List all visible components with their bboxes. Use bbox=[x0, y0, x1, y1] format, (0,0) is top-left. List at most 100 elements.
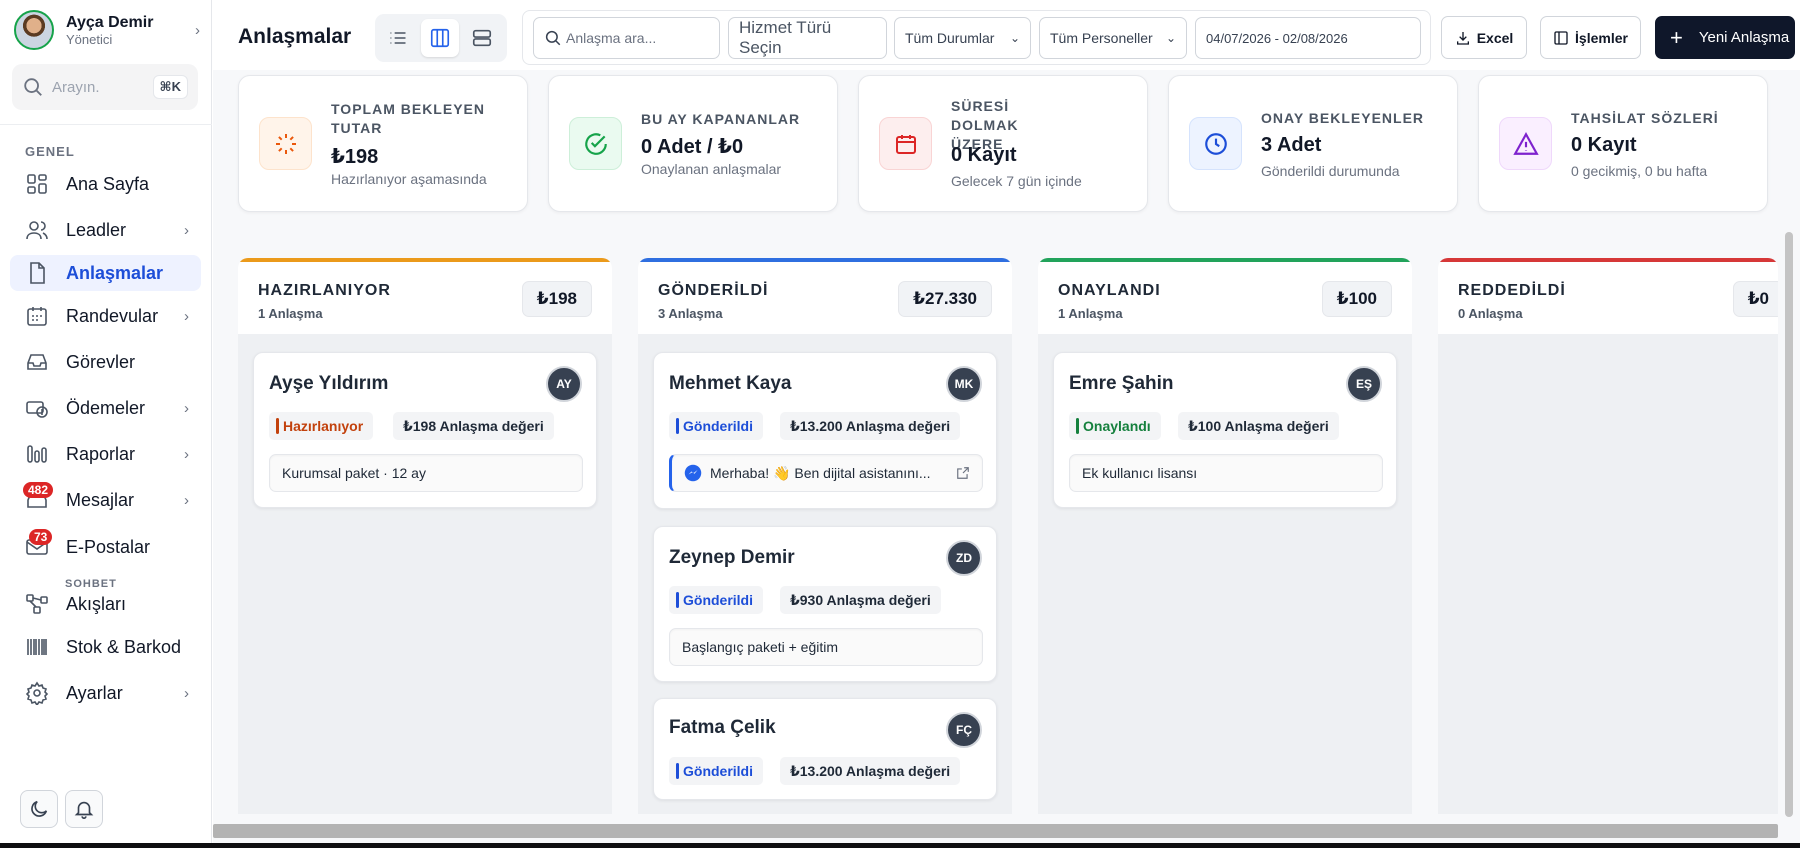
kanban-column-onaylandi: ONAYLANDI 1 Anlaşma ₺100 Emre Şahin EŞ O… bbox=[1038, 258, 1412, 814]
sidebar-item-stok-barkod[interactable]: Stok & Barkod bbox=[10, 629, 201, 665]
stat-card-expiring-soon: SÜRESİ DOLMAK ÜZERE 0 Kayıt Gelecek 7 gü… bbox=[858, 75, 1148, 212]
sidebar-item-randevular[interactable]: Randevular › bbox=[10, 298, 201, 334]
plus-icon: + bbox=[1670, 24, 1683, 50]
column-amount: ₺0 bbox=[1732, 281, 1778, 317]
deal-customer-name: Emre Şahin bbox=[1069, 373, 1174, 394]
sidebar-item-label: Mesajlar bbox=[66, 489, 135, 510]
sidebar-item-e-postalar[interactable]: 73 E-Postalar bbox=[10, 529, 201, 565]
calendar-icon bbox=[879, 117, 932, 170]
sidebar-search[interactable]: Arayın. ⌘K bbox=[12, 64, 198, 110]
stat-card-awaiting-approval: ONAY BEKLEYENLER 3 Adet Gönderildi durum… bbox=[1168, 75, 1458, 212]
list-icon bbox=[390, 32, 406, 44]
chevron-right-icon: › bbox=[184, 399, 189, 417]
horizontal-scrollbar[interactable] bbox=[213, 824, 1778, 838]
user-profile[interactable]: Ayça Demir Yönetici › bbox=[14, 10, 200, 50]
divider bbox=[0, 124, 212, 125]
staff-filter-select[interactable]: Tüm Personeller ⌄ bbox=[1039, 17, 1187, 59]
kanban-column-reddedildi: REDDEDİLDİ 0 Anlaşma ₺0 bbox=[1438, 258, 1778, 814]
stat-value: 0 Kayıt bbox=[951, 144, 1017, 166]
last-message-preview[interactable]: Merhaba! 👋 Ben dijital asistanını... bbox=[669, 454, 983, 492]
column-title: ONAYLANDI bbox=[1058, 282, 1161, 299]
column-count: 3 Anlaşma bbox=[658, 306, 723, 321]
sidebar-item-ayarlar[interactable]: Ayarlar › bbox=[10, 675, 201, 711]
column-header: REDDEDİLDİ 0 Anlaşma ₺0 bbox=[1438, 262, 1778, 334]
view-switcher bbox=[375, 14, 507, 62]
staff-filter-value: Tüm Personeller bbox=[1050, 30, 1153, 46]
stat-card-collection-promises: TAHSİLAT SÖZLERİ 0 Kayıt 0 gecikmiş, 0 b… bbox=[1478, 75, 1768, 212]
sidebar-item-odemeler[interactable]: Ödemeler › bbox=[10, 390, 201, 426]
actions-button[interactable]: İşlemler bbox=[1540, 16, 1641, 59]
user-info: Ayça Demir Yönetici bbox=[66, 13, 195, 48]
toolbar: Anlaşmalar Anlaşma ara... Hizmet Türü Se… bbox=[213, 0, 1800, 70]
sidebar-item-label: Ödemeler bbox=[66, 397, 146, 418]
deal-customer-name: Zeynep Demir bbox=[669, 547, 795, 568]
avatar: ZD bbox=[946, 540, 982, 576]
excel-label: Excel bbox=[1476, 29, 1514, 46]
chevron-right-icon: › bbox=[195, 21, 200, 39]
column-amount: ₺27.330 bbox=[898, 281, 992, 317]
unread-badge: 73 bbox=[29, 529, 53, 545]
sidebar: Ayça Demir Yönetici › Arayın. ⌘K GENEL A… bbox=[0, 0, 212, 843]
column-header: ONAYLANDI 1 Anlaşma ₺100 bbox=[1038, 262, 1412, 334]
sidebar-item-mesajlar[interactable]: 482 Mesajlar › bbox=[10, 482, 201, 518]
external-link-icon[interactable] bbox=[956, 466, 970, 480]
status-filter-value: Tüm Durumlar bbox=[905, 30, 995, 46]
deal-card[interactable]: Ayşe Yıldırım AY Hazırlanıyor ₺198 Anlaş… bbox=[253, 352, 597, 508]
calendar-icon bbox=[27, 307, 47, 326]
filter-bar: Anlaşma ara... Hizmet Türü Seçin Tüm Dur… bbox=[522, 10, 1431, 65]
deal-card[interactable]: Zeynep Demir ZD Gönderildi ₺930 Anlaşma … bbox=[653, 526, 997, 682]
sidebar-item-raporlar[interactable]: Raporlar › bbox=[10, 436, 201, 472]
stat-subtitle: Gelecek 7 gün içinde bbox=[951, 173, 1082, 189]
column-title: HAZIRLANIYOR bbox=[258, 282, 391, 299]
warning-icon bbox=[1499, 117, 1552, 170]
search-icon bbox=[545, 30, 561, 46]
sidebar-item-ana-sayfa[interactable]: Ana Sayfa bbox=[10, 166, 201, 202]
stat-value: 0 Kayıt bbox=[1571, 134, 1637, 156]
column-header: GÖNDERİLDİ 3 Anlaşma ₺27.330 bbox=[638, 262, 1012, 334]
deal-card[interactable]: Mehmet Kaya MK Gönderildi ₺13.200 Anlaşm… bbox=[653, 352, 997, 509]
deal-search-input[interactable]: Anlaşma ara... bbox=[533, 17, 720, 59]
sidebar-item-anlasmalar[interactable]: Anlaşmalar bbox=[10, 255, 201, 291]
excel-export-button[interactable]: Excel bbox=[1441, 16, 1527, 59]
stat-subtitle: Gönderildi durumunda bbox=[1261, 163, 1400, 179]
stat-card-closed-this-month: BU AY KAPANANLAR 0 Adet / ₺0 Onaylanan a… bbox=[548, 75, 838, 212]
stat-title: ONAY BEKLEYENLER bbox=[1261, 110, 1425, 126]
download-icon bbox=[1456, 31, 1469, 45]
deal-customer-name: Mehmet Kaya bbox=[669, 373, 792, 394]
status-filter-select[interactable]: Tüm Durumlar ⌄ bbox=[894, 17, 1031, 59]
new-deal-button[interactable]: + Yeni Anlaşma bbox=[1655, 16, 1795, 59]
stat-subtitle: Hazırlanıyor aşamasında bbox=[331, 171, 487, 187]
list-view-button[interactable] bbox=[379, 19, 417, 57]
grouped-view-button[interactable] bbox=[463, 19, 501, 57]
panel-icon bbox=[1554, 30, 1568, 45]
dark-mode-toggle[interactable] bbox=[20, 790, 58, 828]
service-type-select[interactable]: Hizmet Türü Seçin bbox=[728, 17, 887, 59]
deal-card[interactable]: Fatma Çelik FÇ Gönderildi ₺13.200 Anlaşm… bbox=[653, 698, 997, 800]
avatar: EŞ bbox=[1346, 366, 1382, 402]
document-icon bbox=[30, 262, 45, 284]
search-icon bbox=[24, 78, 42, 96]
clock-icon bbox=[1189, 117, 1242, 170]
loader-icon bbox=[259, 117, 312, 170]
deal-customer-name: Fatma Çelik bbox=[669, 717, 776, 738]
stat-value: 0 Adet / ₺0 bbox=[641, 136, 744, 158]
date-range-value: 04/07/2026 - 02/08/2026 bbox=[1206, 30, 1348, 46]
notifications-button[interactable] bbox=[65, 790, 103, 828]
deal-card[interactable]: Emre Şahin EŞ Onaylandı ₺100 Anlaşma değ… bbox=[1053, 352, 1397, 508]
date-range-input[interactable]: 04/07/2026 - 02/08/2026 bbox=[1195, 17, 1421, 59]
deal-note: Ek kullanıcı lisansı bbox=[1069, 454, 1383, 492]
sidebar-item-leadler[interactable]: Leadler › bbox=[10, 212, 201, 248]
status-badge: Gönderildi bbox=[669, 412, 763, 440]
sidebar-item-label: Stok & Barkod bbox=[66, 636, 182, 657]
vertical-scrollbar[interactable] bbox=[1785, 232, 1793, 817]
kanban-view-button[interactable] bbox=[421, 19, 459, 57]
message-icon: 482 bbox=[23, 482, 54, 512]
sidebar-item-label: Akışları bbox=[66, 593, 127, 614]
sidebar-item-gorevler[interactable]: Görevler bbox=[10, 344, 201, 380]
sidebar-item-sohbet-akislari[interactable]: Akışları bbox=[10, 586, 201, 622]
search-placeholder: Arayın. bbox=[52, 78, 100, 96]
rows-icon bbox=[472, 29, 492, 47]
kanban-board: HAZIRLANIYOR 1 Anlaşma ₺198 Ayşe Yıldırı… bbox=[213, 232, 1800, 816]
bell-icon bbox=[74, 801, 94, 819]
barcode-icon bbox=[27, 639, 47, 655]
